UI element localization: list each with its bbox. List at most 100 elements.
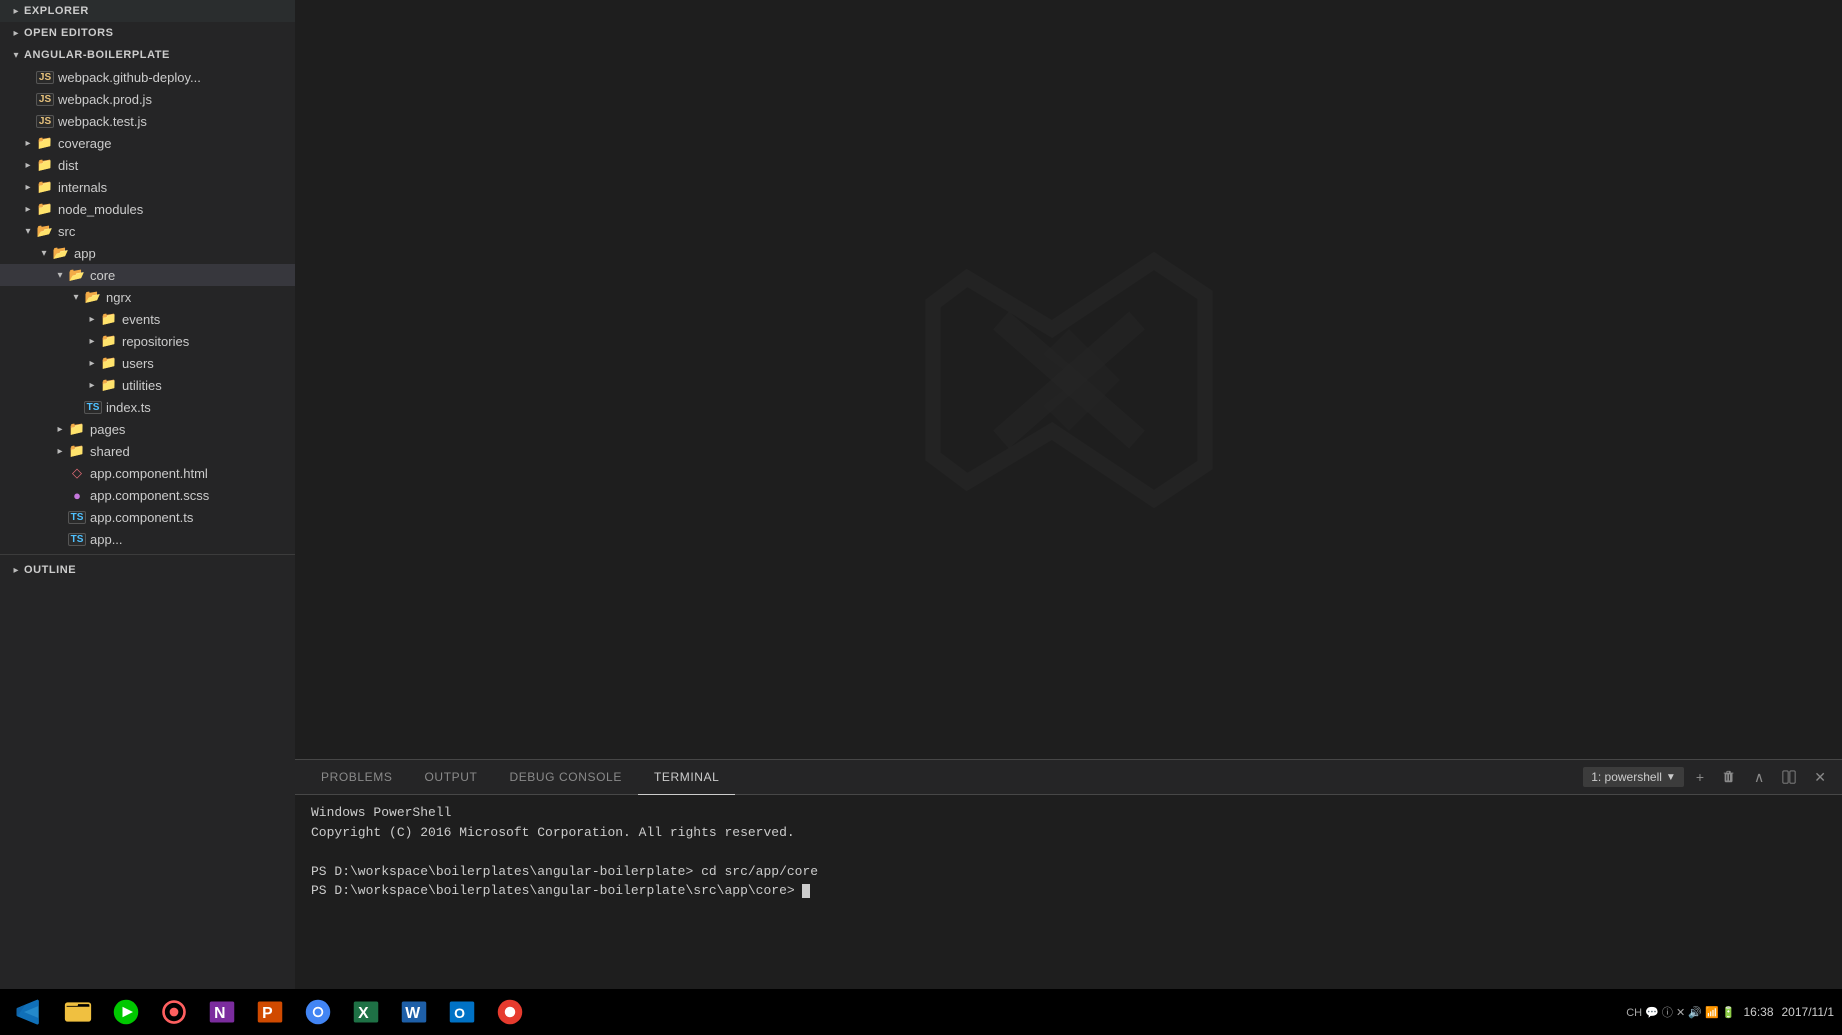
file-label: app.component.scss <box>90 488 209 503</box>
taskbar-chrome[interactable] <box>296 990 340 1034</box>
tab-output[interactable]: OUTPUT <box>409 760 494 795</box>
split-terminal-button[interactable] <box>1776 768 1802 786</box>
folder-pages[interactable]: 📁 pages <box>0 418 295 440</box>
ts-file-icon: TS <box>68 533 86 546</box>
file-label: app.component.ts <box>90 510 193 525</box>
outline-section[interactable]: OUTLINE <box>0 559 295 581</box>
tab-problems[interactable]: PROBLEMS <box>305 760 409 795</box>
tab-debug-console[interactable]: DEBUG CONSOLE <box>493 760 638 795</box>
folder-label: ngrx <box>106 290 131 305</box>
taskbar-vscode[interactable] <box>8 990 52 1034</box>
folder-utilities[interactable]: 📁 utilities <box>0 374 295 396</box>
folder-icon: 📁 <box>36 135 54 151</box>
folder-label: src <box>58 224 75 239</box>
taskbar-onenote[interactable]: N <box>200 990 244 1034</box>
folder-events-arrow <box>84 314 100 325</box>
folder-label: repositories <box>122 334 189 349</box>
chrome-icon <box>304 998 332 1026</box>
close-panel-button[interactable]: ✕ <box>1808 767 1832 788</box>
file-index-ts[interactable]: TS index.ts <box>0 396 295 418</box>
folder-internals[interactable]: 📁 internals <box>0 176 295 198</box>
folder-node-modules[interactable]: 📁 node_modules <box>0 198 295 220</box>
taskbar-excel[interactable]: X <box>344 990 388 1034</box>
terminal-line-5: PS D:\workspace\boilerplates\angular-boi… <box>311 881 1826 901</box>
folder-users[interactable]: 📁 users <box>0 352 295 374</box>
file-webpack-prod[interactable]: JS webpack.prod.js <box>0 88 295 110</box>
folder-src[interactable]: 📂 src <box>0 220 295 242</box>
file-app-component-html[interactable]: ◇ app.component.html <box>0 462 295 484</box>
file-app-component-ts[interactable]: TS app.component.ts <box>0 506 295 528</box>
gear-icon <box>160 998 188 1026</box>
folder-dist[interactable]: 📁 dist <box>0 154 295 176</box>
file-label: webpack.github-deploy... <box>58 70 201 85</box>
folder-label: internals <box>58 180 107 195</box>
folder-icon: 📁 <box>100 377 118 393</box>
folder-shared[interactable]: 📁 shared <box>0 440 295 462</box>
terminal-line-2: Copyright (C) 2016 Microsoft Corporation… <box>311 823 1826 843</box>
system-tray: CH 💬 ⓘ ✕ 🔊 📶 🔋 <box>1626 1004 1735 1020</box>
folder-ngrx[interactable]: 📂 ngrx <box>0 286 295 308</box>
scss-file-icon: ● <box>68 488 86 503</box>
folder-coverage-arrow <box>20 138 36 149</box>
file-label: app... <box>90 532 123 547</box>
taskbar-explorer[interactable] <box>56 990 100 1034</box>
shell-selector-label: 1: powershell <box>1591 770 1662 784</box>
terminal-body[interactable]: Windows PowerShell Copyright (C) 2016 Mi… <box>295 795 1842 989</box>
taskbar-powerpoint[interactable]: P <box>248 990 292 1034</box>
outlook-icon: O <box>448 998 476 1026</box>
sidebar-explorer-header[interactable]: ▸ EXPLORER <box>0 0 295 22</box>
svg-text:O: O <box>454 1005 465 1021</box>
powerpoint-icon: P <box>256 998 284 1026</box>
project-root[interactable]: ANGULAR-BOILERPLATE <box>0 44 295 66</box>
folder-label: shared <box>90 444 130 459</box>
folder-repositories[interactable]: 📁 repositories <box>0 330 295 352</box>
file-label: webpack.prod.js <box>58 92 152 107</box>
folder-label: users <box>122 356 154 371</box>
terminal-controls: 1: powershell ▼ + ∧ <box>1583 767 1832 788</box>
folder-app-arrow <box>36 248 52 259</box>
folder-repositories-arrow <box>84 336 100 347</box>
open-editors-section[interactable]: ▸ OPEN EDITORS <box>0 22 295 44</box>
folder-icon: 📁 <box>100 355 118 371</box>
folder-open-icon: 📂 <box>68 267 86 283</box>
media-player-icon <box>112 998 140 1026</box>
maximize-panel-button[interactable]: ∧ <box>1748 767 1770 788</box>
clock-time: 16:38 <box>1743 1005 1773 1019</box>
taskbar-settings[interactable] <box>152 990 196 1034</box>
clock-date: 2017/11/1 <box>1782 1005 1835 1019</box>
shell-selector[interactable]: 1: powershell ▼ <box>1583 767 1684 787</box>
folder-label: dist <box>58 158 78 173</box>
camtasia-icon <box>496 998 524 1026</box>
add-terminal-button[interactable]: + <box>1690 767 1710 787</box>
delete-terminal-button[interactable] <box>1716 768 1742 786</box>
taskbar-outlook[interactable]: O <box>440 990 484 1034</box>
file-label: webpack.test.js <box>58 114 147 129</box>
folder-events[interactable]: 📁 events <box>0 308 295 330</box>
tab-terminal[interactable]: TERMINAL <box>638 760 735 795</box>
taskbar-word[interactable]: W <box>392 990 436 1034</box>
outline-arrow <box>8 565 24 576</box>
folder-shared-arrow <box>52 446 68 457</box>
folder-app[interactable]: 📂 app <box>0 242 295 264</box>
tab-output-label: OUTPUT <box>425 770 478 784</box>
taskbar-camtasia[interactable] <box>488 990 532 1034</box>
folder-core[interactable]: 📂 core <box>0 264 295 286</box>
file-webpack-test[interactable]: JS webpack.test.js <box>0 110 295 132</box>
taskbar-right: CH 💬 ⓘ ✕ 🔊 📶 🔋 16:38 2017/11/1 <box>1626 1004 1834 1020</box>
sidebar: ▸ EXPLORER ▸ OPEN EDITORS ANGULAR-BOILER… <box>0 0 295 989</box>
explorer-arrow: ▸ <box>8 6 24 17</box>
folder-coverage[interactable]: 📁 coverage <box>0 132 295 154</box>
folder-label: events <box>122 312 160 327</box>
taskbar-media[interactable] <box>104 990 148 1034</box>
file-app-ts-more[interactable]: TS app... <box>0 528 295 550</box>
folder-icon: 📁 <box>36 157 54 173</box>
section-divider <box>0 554 295 555</box>
open-editors-title: OPEN EDITORS <box>24 27 114 39</box>
file-app-component-scss[interactable]: ● app.component.scss <box>0 484 295 506</box>
ts-file-icon: TS <box>68 511 86 524</box>
terminal-line-3 <box>311 842 1826 862</box>
svg-text:P: P <box>262 1005 273 1022</box>
html-file-icon: ◇ <box>68 465 86 481</box>
file-webpack-deploy[interactable]: JS webpack.github-deploy... <box>0 66 295 88</box>
folder-icon: 📁 <box>36 201 54 217</box>
